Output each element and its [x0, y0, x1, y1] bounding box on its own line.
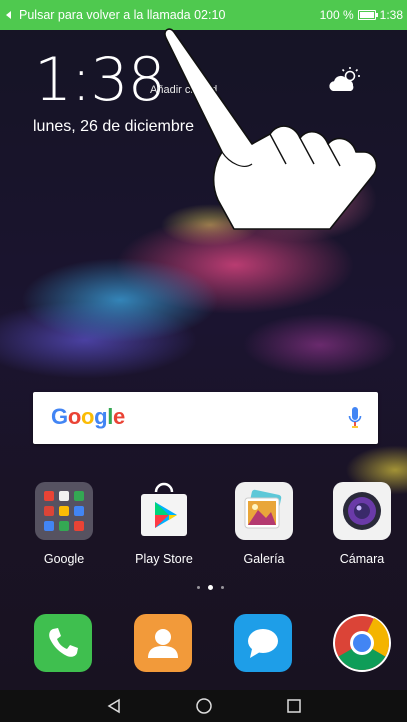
chrome-icon[interactable] [333, 614, 391, 672]
battery-icon [357, 10, 378, 20]
call-duration: 02:10 [194, 8, 226, 22]
battery-percent: 100 % [319, 8, 354, 22]
google-logo: Google [51, 404, 125, 429]
google-search-bar[interactable]: Google [33, 392, 378, 444]
home-icon[interactable] [189, 691, 219, 721]
phone-icon[interactable] [34, 614, 92, 672]
status-bar-call-banner[interactable]: Pulsar para volver a la llamada 02:10 10… [0, 0, 407, 30]
mic-icon[interactable] [348, 406, 362, 435]
app-camara[interactable]: Cámara [322, 482, 402, 566]
home-screen: Pulsar para volver a la llamada 02:10 10… [0, 0, 407, 722]
partly-cloudy-icon[interactable] [327, 66, 363, 99]
clock-widget-time[interactable]: 1:38 [34, 50, 166, 110]
status-icons: 100 % 1:38 [320, 0, 403, 30]
messages-icon[interactable] [234, 614, 292, 672]
back-to-call-icon [6, 11, 15, 19]
app-label: Google [43, 552, 85, 566]
app-galeria[interactable]: Galería [224, 482, 304, 566]
app-label: Play Store [135, 552, 193, 566]
page-indicator [197, 585, 224, 590]
add-city-link[interactable]: Añadir ciudad [150, 84, 217, 96]
page-dot-active [208, 585, 213, 590]
google-folder-icon [35, 482, 93, 540]
date-label: lunes, 26 de diciembre [33, 118, 194, 135]
app-label: Cámara [339, 552, 385, 566]
status-clock: 1:38 [379, 8, 403, 22]
contacts-icon[interactable] [134, 614, 192, 672]
app-google-folder[interactable]: Google [24, 482, 104, 566]
app-label: Galería [243, 552, 285, 566]
app-play-store[interactable]: Play Store [124, 482, 204, 566]
back-icon[interactable] [99, 691, 129, 721]
call-banner-text: Pulsar para volver a la llamada 02:10 [19, 8, 226, 22]
page-dot [221, 586, 224, 589]
tap-gesture-hand-icon [164, 28, 378, 230]
navigation-bar [0, 690, 407, 722]
camera-icon [333, 482, 391, 540]
play-store-icon [135, 482, 193, 540]
recents-icon[interactable] [279, 691, 309, 721]
page-dot [197, 586, 200, 589]
gallery-icon [235, 482, 293, 540]
